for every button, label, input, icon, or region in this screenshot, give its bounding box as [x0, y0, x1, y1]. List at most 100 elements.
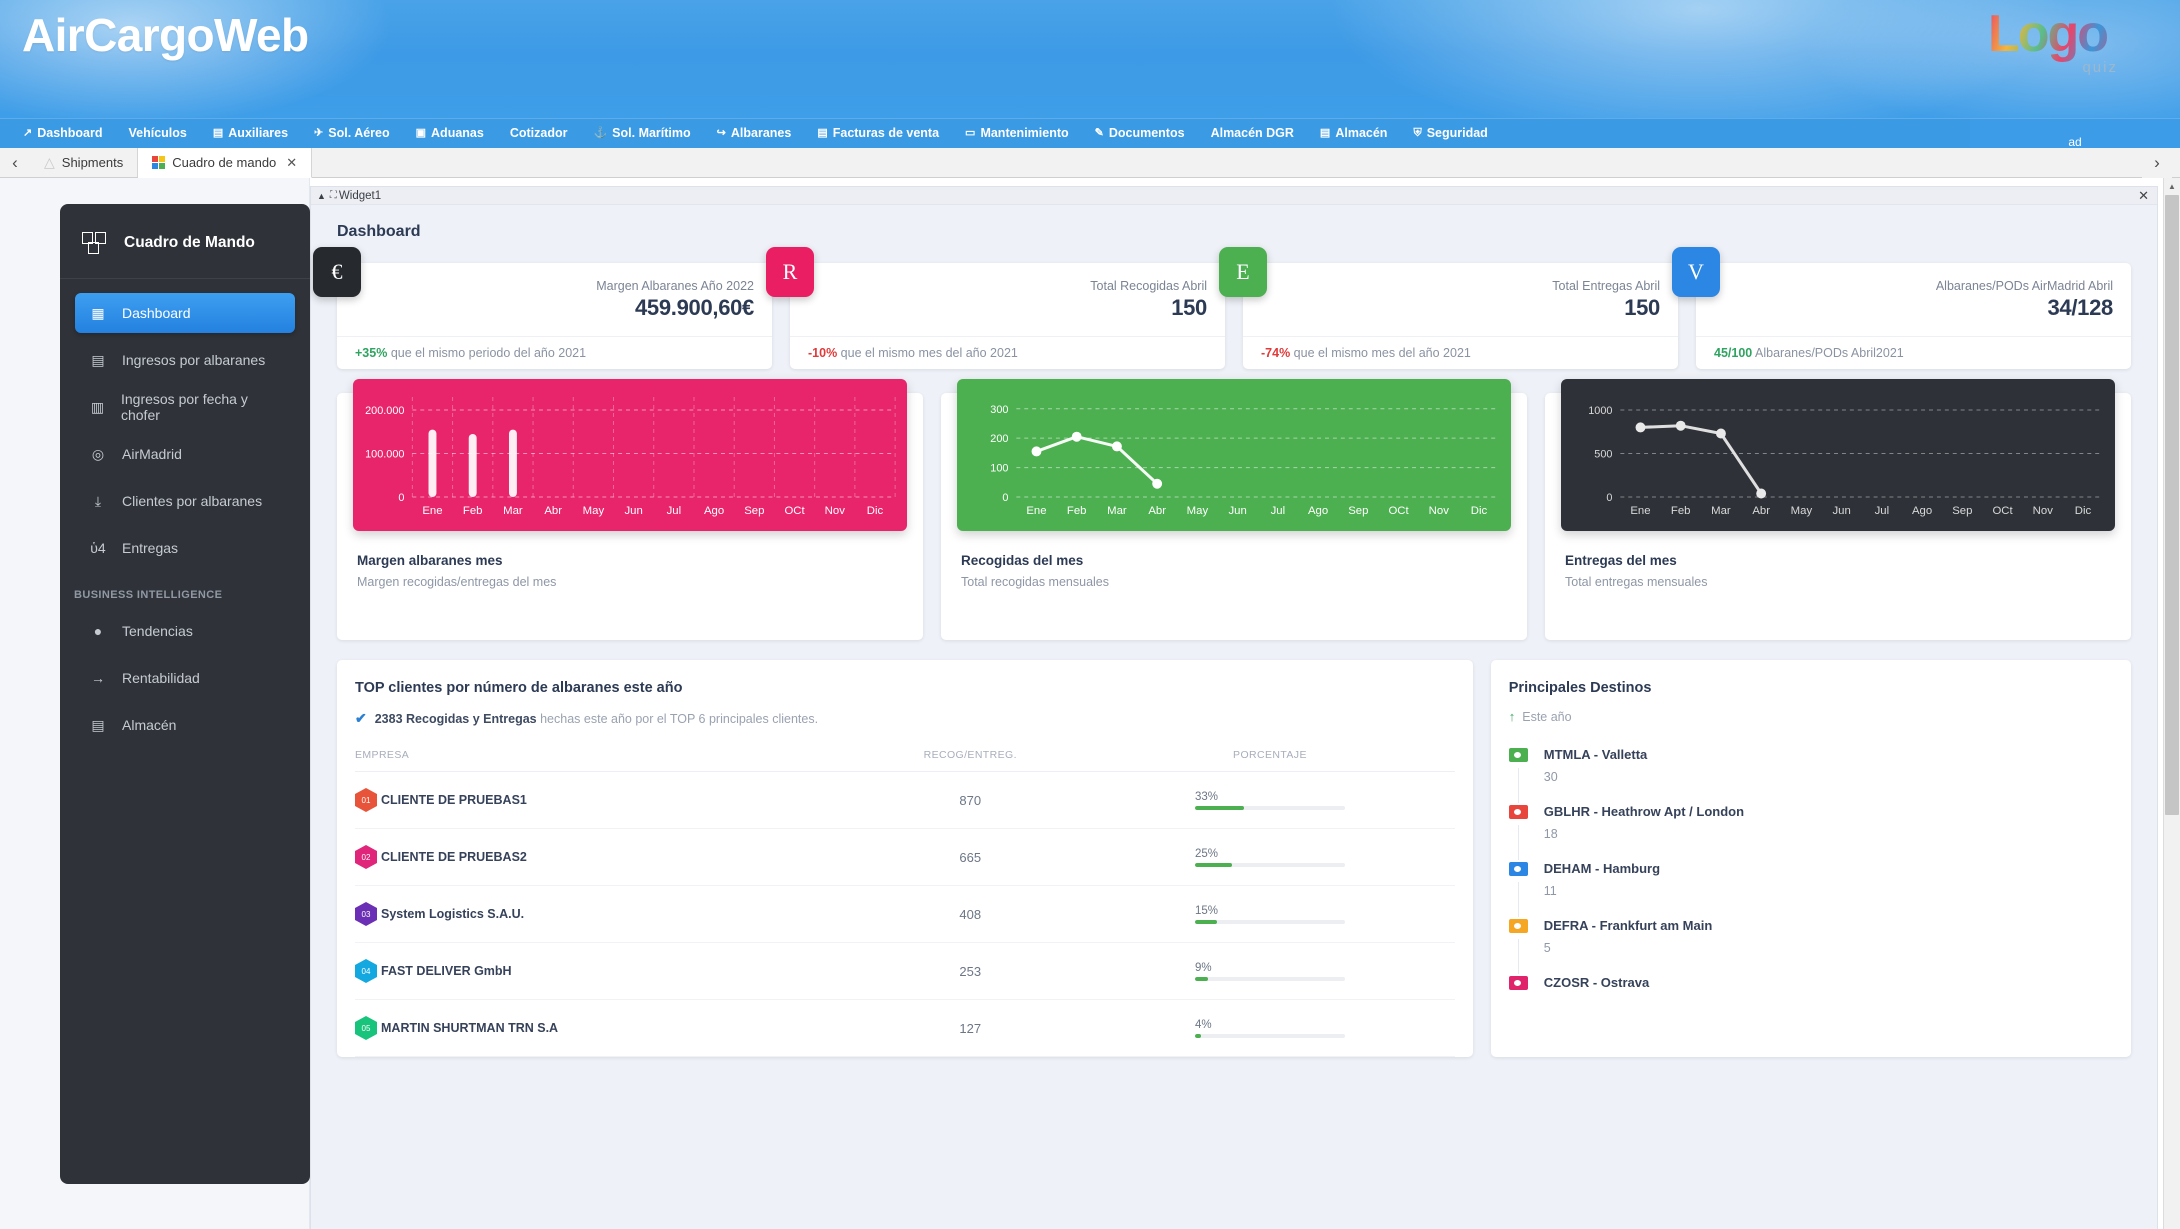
nav-item-almac-n-dgr[interactable]: Almacén DGR [1198, 118, 1307, 148]
user-icon: ● [93, 623, 103, 639]
svg-text:300: 300 [990, 404, 1008, 416]
nav-item-sol-mar-timo[interactable]: ⚓ Sol. Marítimo [580, 118, 703, 148]
sidebar-bi-item-tendencias[interactable]: ● Tendencias [75, 611, 295, 651]
svg-text:OCt: OCt [784, 505, 805, 517]
chart-caption: Recogidas del mes Total recogidas mensual… [941, 531, 1527, 589]
nav-item-seguridad[interactable]: ⛨ Seguridad [1400, 118, 1500, 148]
sidebar-item-airmadrid[interactable]: ◎ AirMadrid [75, 434, 295, 474]
list-item[interactable]: MTMLA - Valletta 30 [1508, 746, 2113, 803]
kpi-delta: +35% [355, 346, 388, 360]
svg-text:Jun: Jun [624, 505, 642, 517]
money-icon [1508, 976, 1531, 993]
list-item[interactable]: CZOSR - Ostrava [1508, 974, 2113, 1017]
tab-shipments[interactable]: △ Shipments [30, 148, 139, 177]
expand-icon[interactable]: ⛶ [330, 190, 337, 201]
kpi-footer: -10% que el mismo mes del año 2021 [790, 336, 1225, 369]
sidebar-bi-item-rentabilidad[interactable]: → Rentabilidad [75, 658, 295, 698]
cell-empresa: 01 CLIENTE DE PRUEBAS1 [355, 771, 856, 829]
svg-text:Ene: Ene [422, 505, 442, 517]
destination-count: 18 [1543, 827, 1558, 841]
cell-percent: 4% [1085, 999, 1455, 1057]
sidebar-item-ingresos-por-fecha-y-chofer[interactable]: ▥ Ingresos por fecha y chofer [75, 387, 295, 427]
nav-item-label: Sol. Aéreo [328, 126, 390, 140]
nav-item-label: Cotizador [509, 126, 568, 140]
grid-icon: ▦ [91, 304, 105, 321]
invoice-icon: ▤ [817, 126, 828, 139]
nav-item-aduanas[interactable]: ▣ Aduanas [403, 118, 497, 148]
nav-item-mantenimiento[interactable]: ▭ Mantenimiento [952, 118, 1082, 148]
nav-item-almac-n[interactable]: ▤ Almacén [1307, 118, 1401, 148]
chart-plot-area: 1000 500 0 Ene Feb Mar Abr May Jun Jul Ago Sep OCt No… [1561, 379, 2115, 531]
tab-cuadro-de-mando[interactable]: Cuadro de mando ✕ [138, 148, 313, 178]
vertical-scrollbar[interactable]: ▲ ▼ [2163, 178, 2180, 1229]
svg-text:Dic: Dic [1471, 505, 1488, 517]
kpi-label: Albaranes/PODs AirMadrid Abril [1935, 279, 2113, 293]
kpi-label: Total Recogidas Abril [1090, 279, 1207, 293]
kpi-delta: -74% [1261, 346, 1291, 360]
svg-text:Abr: Abr [1148, 505, 1166, 517]
kpi-badge-icon: € [313, 247, 361, 297]
svg-text:Mar: Mar [1711, 505, 1731, 517]
partner-logo-text: Logo [1988, 6, 2120, 62]
widget-close-icon[interactable]: ✕ [2138, 188, 2149, 204]
nav-item-label: Vehículos [128, 126, 187, 140]
sidebar-bi-item-almac-n[interactable]: ▤ Almacén [75, 705, 295, 745]
table-row[interactable]: 01 CLIENTE DE PRUEBAS1 870 33% [355, 771, 1455, 829]
svg-text:May: May [583, 505, 605, 517]
scrollbar-thumb[interactable] [2165, 195, 2179, 815]
col-empresa: EMPRESA [355, 749, 856, 772]
sidebar-item-ingresos-por-albaranes[interactable]: ▤ Ingresos por albaranes [75, 340, 295, 380]
list-item[interactable]: DEHAM - Hamburg 11 [1508, 860, 2113, 917]
cell-count: 870 [855, 771, 1086, 829]
kpi-label: Margen Albaranes Año 2022 [596, 279, 754, 293]
collapse-caret-icon[interactable]: ▲ [317, 191, 326, 201]
table-row[interactable]: 05 MARTIN SHURTMAN TRN S.A 127 4% [355, 999, 1455, 1057]
sidebar-item-label: Ingresos por albaranes [122, 352, 266, 368]
destinations-subtitle: Este año [1522, 709, 1572, 724]
percent-label: 4% [1194, 1018, 1212, 1031]
col-porcentaje: PORCENTAJE [1085, 749, 1455, 772]
cell-empresa: 02 CLIENTE DE PRUEBAS2 [355, 828, 856, 886]
tabs-scroll-left-icon[interactable]: ‹ [0, 148, 30, 177]
chart-plot-area: 200.000 100.000 0 Ene Feb Mar Abr May Jun Jul Ago S… [353, 379, 907, 531]
nav-item-label: Dashboard [37, 126, 103, 140]
kpi-badge-icon: E [1219, 247, 1267, 297]
nav-item-dashboard[interactable]: ↗ Dashboard [10, 118, 116, 148]
list-item[interactable]: DEFRA - Frankfurt am Main 5 [1508, 917, 2113, 974]
chart-title: Margen albaranes mes [357, 553, 503, 568]
chart-row: 200.000 100.000 0 Ene Feb Mar Abr May Jun Jul Ago S… [337, 379, 2131, 640]
destinations-title: Principales Destinos [1508, 680, 1652, 696]
sidebar-item-label: AirMadrid [122, 446, 182, 462]
nav-item-facturas-de-venta[interactable]: ▤ Facturas de venta [804, 118, 952, 148]
tab-close-icon[interactable]: ✕ [286, 155, 297, 171]
sidebar: Cuadro de Mando ▦ Dashboard ▤ Ingresos por … [60, 204, 310, 1184]
table-row[interactable]: 02 CLIENTE DE PRUEBAS2 665 25% [355, 828, 1455, 886]
destinations-panel: Principales Destinos ↑ Este año MTMLA - … [1490, 660, 2131, 1057]
sidebar-item-label: Dashboard [122, 305, 191, 321]
kpi-footer: +35% que el mismo periodo del año 2021 [337, 336, 772, 369]
nav-item-veh-culos[interactable]: Vehículos [116, 118, 200, 148]
nav-item-label: Sol. Marítimo [612, 126, 691, 140]
kpi-card-1: R Total Recogidas Abril 150 -10% que el mis… [766, 247, 1225, 369]
sidebar-item-label: Clientes por albaranes [122, 493, 263, 509]
nav-item-auxiliares[interactable]: ▤ Auxiliares [200, 118, 301, 148]
svg-text:Nov: Nov [2033, 505, 2053, 517]
sidebar-item-clientes-por-albaranes[interactable]: ⤓ Clientes por albaranes [75, 481, 295, 521]
table-row[interactable]: 04 FAST DELIVER GmbH 253 9% [355, 942, 1455, 1000]
rank-hex-icon: 04 [355, 959, 377, 983]
kpi-row: € Margen Albaranes Año 2022 459.900,60€ +35… [313, 247, 2131, 369]
nav-item-cotizador[interactable]: Cotizador [497, 118, 581, 148]
tabs-scroll-right-icon[interactable]: › [2142, 148, 2172, 178]
list-item[interactable]: GBLHR - Heathrow Apt / London 18 [1508, 803, 2113, 860]
sidebar-item-dashboard[interactable]: ▦ Dashboard [75, 293, 295, 333]
nav-item-documentos[interactable]: ✎ Documentos [1082, 118, 1198, 148]
top-clients-title: TOP clientes por número de albaranes est… [355, 680, 683, 696]
nav-item-sol-a-reo[interactable]: ✈ Sol. Aéreo [301, 118, 403, 148]
nav-item-albaranes[interactable]: ↪ Albaranes [704, 118, 805, 148]
svg-text:Mar: Mar [503, 505, 523, 517]
rank-hex-icon: 02 [355, 845, 377, 869]
table-row[interactable]: 03 System Logistics S.A.U. 408 15% [355, 885, 1455, 943]
scroll-up-icon[interactable]: ▲ [2164, 178, 2180, 195]
sidebar-item-entregas[interactable]: ὑ4 Entregas [75, 528, 295, 568]
widget-titlebar: ▲ ⛶ Widget1 ✕ [311, 187, 2157, 205]
